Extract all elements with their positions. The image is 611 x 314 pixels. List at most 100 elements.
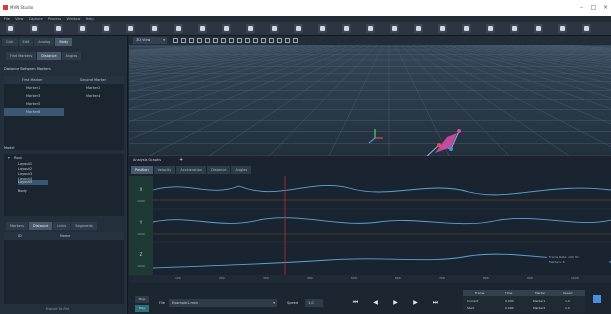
save-button[interactable] [54,24,63,33]
tab-distance[interactable]: Distance [207,166,231,174]
marker-button[interactable] [342,24,351,33]
viewport-tool-icon[interactable] [293,38,298,43]
export-button[interactable] [102,24,111,33]
segment-button[interactable] [366,24,375,33]
record-button[interactable] [534,24,543,33]
angle-button[interactable] [462,24,471,33]
timeline-tick: 500 [351,276,357,280]
table-cell[interactable]: 1.0 [565,305,570,311]
camera-dropdown[interactable]: 3D View ▾ [133,37,167,44]
viewport-tool-icon[interactable] [189,38,194,43]
timeline-ruler[interactable]: 100 200 300 400 500 600 700 800 900 1000 [129,275,611,283]
table-cell[interactable]: Marker1 [533,298,545,304]
play-icon[interactable]: ▶ [391,298,400,307]
settings-button[interactable] [558,24,567,33]
camera-button[interactable] [510,24,519,33]
cut-button[interactable] [126,24,135,33]
skip-end-icon[interactable]: ⏭ [431,298,440,307]
table-row[interactable]: Marker6 [4,108,64,116]
subtab-find-markers[interactable]: Find Markers [6,52,37,60]
tab-acceleration[interactable]: Acceleration [176,166,207,174]
viewport-tool-icon[interactable] [213,38,218,43]
record-toggle[interactable] [593,295,601,303]
table-cell[interactable]: 0.000 [505,305,514,311]
table-row[interactable]: Marker5 [4,100,124,108]
viewport-tool-icon[interactable] [237,38,242,43]
viewport-tool-icon[interactable] [205,38,210,43]
tab-segments[interactable]: Segments [71,222,97,230]
stop-button[interactable]: Stop [135,296,149,303]
tab-links[interactable]: Links [53,222,71,230]
tab-angles[interactable]: Angles [231,166,252,174]
undo-button[interactable] [198,24,207,33]
scale-button[interactable] [318,24,327,33]
table-cell[interactable]: 0.000 [505,298,514,304]
skip-start-icon[interactable]: ⏮ [351,298,360,307]
table-cell[interactable]: 1.0 [565,298,570,304]
speed-input[interactable]: 1.0 [305,299,323,307]
tree-item[interactable]: Body [18,187,138,195]
select-button[interactable] [246,24,255,33]
tab-position[interactable]: Position [131,166,153,174]
step-forward-icon[interactable]: ▶ [411,298,420,307]
tree-expand-icon[interactable]: ▾ [8,154,10,162]
table-row[interactable]: Marker1 Marker2 [4,84,124,92]
undo-icon [200,26,205,31]
viewport-tool-icon[interactable] [261,38,266,43]
import-button[interactable] [78,24,87,33]
timeline-tick: 400 [307,276,313,280]
grid-button[interactable] [486,24,495,33]
copy-button[interactable] [150,24,159,33]
help-button[interactable] [582,24,591,33]
subtab-distance[interactable]: Distance [37,52,61,60]
timeline-tick: 800 [483,276,489,280]
timeline-tick: 700 [439,276,445,280]
tab-body[interactable]: Body [55,38,73,46]
tab-edit[interactable]: Edit [18,38,34,46]
subtab-angles[interactable]: Angles [61,52,82,60]
viewport-tool-icon[interactable] [245,38,250,43]
new-button[interactable] [6,24,15,33]
viewport-tool-icon[interactable] [221,38,226,43]
move-button[interactable] [270,24,279,33]
minimize-button[interactable]: – [578,4,585,11]
maximize-button[interactable]: □ [590,4,597,11]
file-select[interactable]: Example1.mvn ▾ [169,299,277,307]
tab-velocity[interactable]: Velocity [153,166,176,174]
unlink-button[interactable] [414,24,423,33]
viewport-tool-icon[interactable] [197,38,202,43]
column-header: First Marker [22,78,43,82]
export-label[interactable]: Export To File [46,307,69,311]
table-cell[interactable]: Marker2 [533,305,545,311]
lane-value-x: 1000 [137,199,145,203]
play-mode-button[interactable]: Play [135,305,149,312]
viewport-tool-icon[interactable] [285,38,290,43]
table-header: ID Name [4,232,124,240]
tab-markers[interactable]: Markers [6,222,28,230]
lane-value-y: 1000 [137,232,145,236]
graph-area[interactable]: X 1000 Y 1000 Z 1000 Frame Rate: 100 Hz … [129,176,611,275]
redo-button[interactable] [222,24,231,33]
3d-viewport[interactable]: 3D View ▾ [129,36,611,156]
analysis-graphs-panel: Analysis Graphs + Position Velocity Acce… [129,157,611,283]
timeline-tick: 900 [527,276,533,280]
viewport-tool-icon[interactable] [173,38,178,43]
close-button[interactable]: × [602,4,609,11]
viewport-tool-icon[interactable] [269,38,274,43]
tab-calc[interactable]: Calc [2,38,18,46]
viewport-tool-icon[interactable] [253,38,258,43]
step-back-icon[interactable]: ◀ [371,298,380,307]
table-row[interactable]: Marker3 Marker4 [4,92,124,100]
tab-lower-distance[interactable]: Distance [28,222,53,230]
add-graph-icon[interactable]: + [179,157,183,163]
viewport-tool-icon[interactable] [181,38,186,43]
open-button[interactable] [30,24,39,33]
measure-button[interactable] [438,24,447,33]
link-button[interactable] [390,24,399,33]
paste-button[interactable] [174,24,183,33]
tab-analog[interactable]: Analog [34,38,55,46]
viewport-tool-icon[interactable] [229,38,234,43]
rotate-button[interactable] [294,24,303,33]
tree-item[interactable]: Layout5 [18,180,48,185]
viewport-tool-icon[interactable] [277,38,282,43]
